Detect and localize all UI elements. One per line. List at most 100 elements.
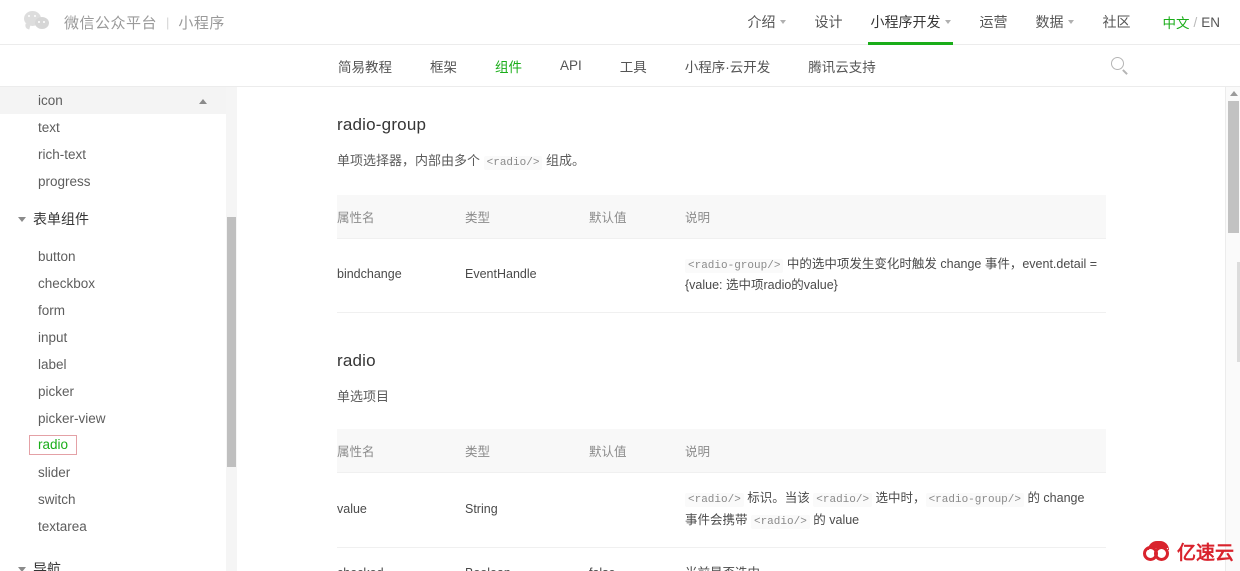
sidebar-item-slider[interactable]: slider — [0, 459, 231, 486]
top-nav-label: 社区 — [1102, 14, 1131, 30]
subnav-item-api[interactable]: API — [560, 58, 582, 73]
page-root: 微信公众平台 | 小程序 介绍 设计 小程序开发 运营 数据 社区 中文 / E… — [0, 0, 1240, 571]
subnav-item-tutorial[interactable]: 简易教程 — [338, 56, 392, 76]
top-nav-item-community[interactable]: 社区 — [1088, 0, 1144, 45]
sidebar-scrollbar[interactable] — [226, 87, 237, 571]
top-header: 微信公众平台 | 小程序 介绍 设计 小程序开发 运营 数据 社区 中文 / E… — [0, 0, 1240, 45]
sidebar-item-progress[interactable]: progress — [0, 168, 231, 195]
top-nav-item-operations[interactable]: 运营 — [965, 0, 1021, 45]
lang-zh[interactable]: 中文 — [1162, 12, 1189, 32]
section-desc-radio: 单选项目 — [337, 388, 390, 404]
sidebar-item-textarea[interactable]: textarea — [0, 513, 231, 540]
sidebar-item-label: switch — [38, 492, 76, 507]
column-header-default: 默认值 — [589, 429, 685, 474]
cell-attr-name: value — [337, 472, 465, 548]
brand-title: 微信公众平台 — [64, 14, 158, 32]
sidebar-item-picker-view[interactable]: picker-view — [0, 405, 231, 432]
subnav-item-framework[interactable]: 框架 — [430, 56, 457, 76]
table-row: checked Boolean false 当前是否选中 — [337, 547, 1106, 571]
lang-en[interactable]: EN — [1201, 15, 1220, 30]
sidebar-item-label: rich-text — [38, 147, 87, 162]
sidebar-item-form[interactable]: form — [0, 297, 231, 324]
top-nav-item-design[interactable]: 设计 — [800, 0, 856, 45]
sidebar-item-label: checkbox — [38, 276, 96, 291]
cell-attr-name: checked — [337, 547, 465, 571]
cell-attr-type: EventHandle — [465, 238, 589, 313]
section-title-radio-group: radio-group — [337, 115, 427, 134]
sub-navigation: 简易教程 框架 组件 API 工具 小程序·云开发 腾讯云支持 — [0, 45, 1240, 87]
sidebar-item-button[interactable]: button — [0, 243, 231, 270]
subnav-item-components[interactable]: 组件 — [495, 56, 522, 76]
inline-code: <radio-group/> — [685, 258, 784, 273]
page-scrollbar-thumb[interactable] — [1228, 101, 1239, 233]
sidebar-item-label: label — [38, 357, 67, 372]
watermark: 亿速云 — [1142, 538, 1234, 565]
sidebar-item-label: radio — [29, 434, 78, 456]
column-header-default: 默认值 — [589, 194, 685, 239]
sidebar-item-radio[interactable]: radio — [0, 432, 231, 459]
section-title-radio: radio — [337, 350, 376, 370]
top-nav-item-intro[interactable]: 介绍 — [733, 0, 800, 45]
brand-subtitle: 小程序 — [178, 14, 225, 32]
sidebar-item-input[interactable]: input — [0, 324, 231, 351]
scroll-up-arrow-icon[interactable] — [1230, 91, 1238, 96]
sidebar-item-label: picker-view — [38, 411, 106, 426]
table-header-row: 属性名 类型 默认值 说明 — [337, 194, 1106, 239]
sidebar-item-icon[interactable]: icon — [0, 87, 231, 114]
brand-separator: | — [166, 14, 170, 30]
brand[interactable]: 微信公众平台 | 小程序 — [0, 10, 225, 34]
inline-code: <radio/> — [685, 493, 744, 508]
chevron-up-icon[interactable] — [199, 98, 207, 104]
sidebar-item-checkbox[interactable]: checkbox — [0, 270, 231, 297]
search-icon[interactable] — [1110, 56, 1130, 76]
top-nav-label: 运营 — [979, 14, 1008, 30]
sidebar: icon text rich-text progress 表单组件 button… — [0, 87, 232, 571]
sidebar-group-label: 表单组件 — [33, 211, 89, 227]
chevron-down-icon — [18, 216, 26, 222]
cell-attr-name: bindchange — [337, 238, 465, 313]
cell-attr-desc: 当前是否选中 — [685, 547, 1106, 571]
sidebar-item-label: icon — [38, 93, 63, 108]
column-header-type: 类型 — [465, 429, 589, 474]
sidebar-item-label: button — [38, 249, 76, 264]
cell-attr-default — [589, 238, 685, 313]
column-header-name: 属性名 — [337, 429, 465, 474]
page-scrollbar[interactable] — [1225, 87, 1240, 571]
top-nav-label: 介绍 — [747, 14, 776, 30]
sidebar-group-navigation[interactable]: 导航 — [0, 554, 231, 571]
cell-attr-desc: <radio/> 标识。当该 <radio/> 选中时， <radio-group… — [685, 472, 1106, 548]
cell-attr-default — [589, 472, 685, 548]
inline-code: <radio/> — [483, 156, 543, 170]
cell-attr-type: Boolean — [465, 547, 589, 571]
attributes-table-radio-group: 属性名 类型 默认值 说明 bindchange EventHandle <ra… — [337, 194, 1106, 313]
subnav-item-tools[interactable]: 工具 — [620, 56, 647, 76]
sidebar-group-form-components[interactable]: 表单组件 — [0, 204, 231, 234]
yisuyun-cloud-logo-icon — [1142, 540, 1173, 563]
sidebar-item-label: progress — [38, 174, 91, 189]
top-nav-label: 小程序开发 — [870, 14, 941, 30]
sidebar-item-text[interactable]: text — [0, 114, 231, 141]
column-header-type: 类型 — [465, 194, 589, 239]
cell-attr-desc: <radio-group/> 中的选中项发生变化时触发 change 事件，ev… — [685, 238, 1106, 313]
sidebar-item-label: slider — [38, 465, 71, 480]
sidebar-item-label: textarea — [38, 519, 87, 534]
sidebar-item-label[interactable]: label — [0, 351, 231, 378]
language-switcher: 中文 / EN — [1162, 12, 1220, 32]
attributes-table-radio: 属性名 类型 默认值 说明 value String <radio/> 标识。当… — [337, 429, 1106, 571]
top-nav-item-data[interactable]: 数据 — [1021, 0, 1088, 45]
sidebar-scrollbar-thumb[interactable] — [227, 217, 236, 467]
chevron-down-icon — [945, 20, 952, 24]
table-row: value String <radio/> 标识。当该 <radio/> 选中时… — [337, 472, 1106, 548]
sidebar-item-label: form — [38, 303, 65, 318]
watermark-text: 亿速云 — [1176, 543, 1234, 564]
subnav-item-tencent-cloud[interactable]: 腾讯云支持 — [808, 56, 876, 76]
top-nav-item-miniprogram-dev[interactable]: 小程序开发 — [856, 0, 965, 45]
sidebar-item-picker[interactable]: picker — [0, 378, 231, 405]
inline-code: <radio/> — [750, 515, 810, 530]
sidebar-item-switch[interactable]: switch — [0, 486, 231, 513]
sidebar-item-rich-text[interactable]: rich-text — [0, 141, 231, 168]
subnav-item-cloud-dev[interactable]: 小程序·云开发 — [685, 56, 771, 76]
lang-separator: / — [1193, 14, 1198, 30]
cell-attr-type: String — [465, 472, 589, 548]
top-navigation: 介绍 设计 小程序开发 运营 数据 社区 中文 / EN — [733, 0, 1240, 45]
